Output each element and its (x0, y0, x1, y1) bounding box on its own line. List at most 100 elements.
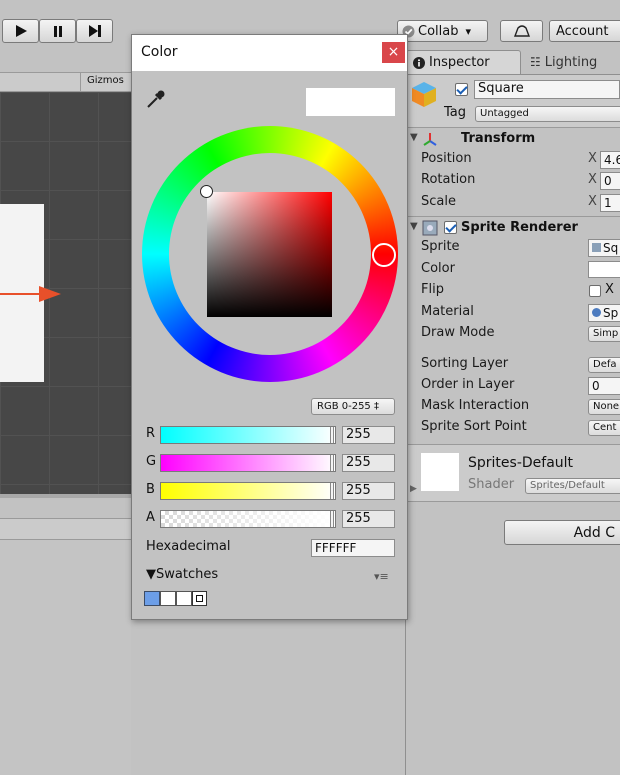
sprite-renderer-enabled-checkbox[interactable] (444, 221, 457, 234)
mask-interaction-value: None (593, 401, 620, 412)
green-value-field[interactable]: 255 (342, 454, 395, 472)
sprite-value: Sq (603, 241, 619, 255)
scale-label: Scale (421, 194, 456, 209)
swatches-label[interactable]: ▼Swatches (146, 567, 218, 582)
red-value-field[interactable]: 255 (342, 426, 395, 444)
collab-dropdown-arrow: ▾ (465, 24, 472, 38)
gizmos-label: Gizmos (87, 75, 124, 86)
rotation-label: Rotation (421, 172, 476, 187)
order-in-layer-label: Order in Layer (421, 377, 515, 392)
tag-value: Untagged (480, 108, 529, 119)
tab-inspector[interactable]: Inspector (406, 50, 521, 74)
sv-selector[interactable] (200, 185, 213, 198)
shader-dropdown[interactable]: Sprites/Default (525, 478, 620, 494)
material-icon (592, 308, 601, 317)
sprite-sort-point-dropdown[interactable]: Cent (588, 420, 620, 436)
draw-mode-dropdown[interactable]: Simp (588, 326, 620, 342)
swatch-blue[interactable] (144, 591, 160, 606)
collab-label: Collab (418, 23, 459, 39)
flip-label: Flip (421, 282, 444, 297)
collab-button[interactable]: Collab ▾ (397, 20, 488, 42)
material-foldout-icon[interactable]: ▶ (410, 484, 417, 494)
gizmos-dropdown[interactable]: Gizmos (80, 72, 131, 92)
order-in-layer-value: 0 (592, 379, 600, 393)
pause-button[interactable] (39, 19, 76, 43)
add-component-label: Add C (573, 524, 615, 541)
position-x-field[interactable]: 4.6 (600, 151, 620, 169)
cloud-button[interactable] (500, 20, 543, 42)
alpha-label: A (146, 510, 155, 525)
swatches-menu-icon[interactable]: ▾≡ (374, 570, 389, 583)
color-mode-value: RGB 0-255 ‡ (317, 401, 379, 412)
blue-value-field[interactable]: 255 (342, 482, 395, 500)
mask-interaction-label: Mask Interaction (421, 398, 530, 413)
add-swatch-button[interactable] (192, 591, 207, 606)
lighting-icon: ☷ (530, 55, 541, 69)
blue-value: 255 (346, 483, 371, 498)
sprite-field[interactable]: Sq (588, 239, 620, 257)
green-slider[interactable] (160, 454, 336, 472)
sprite-renderer-header[interactable]: ▼ Sprite Renderer (406, 219, 620, 238)
color-mode-dropdown[interactable]: RGB 0-255 ‡ (311, 398, 395, 415)
material-field[interactable]: Sp (588, 304, 620, 322)
eyedropper-icon[interactable] (145, 88, 167, 110)
blue-slider-knob[interactable] (330, 483, 334, 499)
saturation-value-square[interactable] (207, 192, 332, 317)
red-slider[interactable] (160, 426, 336, 444)
play-button[interactable] (2, 19, 39, 43)
scale-x-field[interactable]: 1 (600, 194, 620, 212)
blue-slider[interactable] (160, 482, 336, 500)
foldout-arrow-icon[interactable]: ▼ (410, 221, 418, 232)
tab-lighting[interactable]: ☷ Lighting (526, 50, 620, 74)
close-icon: × (387, 44, 400, 60)
swatch-white-1[interactable] (160, 591, 176, 606)
alpha-value: 255 (346, 511, 371, 526)
object-name-text: Square (478, 81, 524, 96)
sorting-layer-dropdown[interactable]: Defa (588, 357, 620, 373)
foldout-arrow-icon[interactable]: ▼ (410, 132, 418, 143)
sorting-layer-value: Defa (593, 359, 617, 370)
rotation-x-label: X (588, 172, 597, 187)
step-button[interactable] (76, 19, 113, 43)
tag-dropdown[interactable]: Untagged (475, 106, 620, 122)
position-x-label: X (588, 151, 597, 166)
color-field[interactable] (588, 261, 620, 278)
rotation-x-field[interactable]: 0 (600, 172, 620, 190)
x-axis-arrow-icon[interactable] (39, 286, 61, 302)
color-window-title: Color (141, 44, 178, 60)
mask-interaction-dropdown[interactable]: None (588, 399, 620, 415)
green-label: G (146, 454, 157, 469)
position-label: Position (421, 151, 472, 166)
bottom-panel-header (0, 518, 131, 540)
tab-inspector-label: Inspector (429, 55, 490, 70)
sprite-sort-point-value: Cent (593, 422, 617, 433)
alpha-slider[interactable] (160, 510, 336, 528)
position-x-value: 4.6 (604, 153, 620, 167)
green-slider-knob[interactable] (330, 455, 334, 471)
hex-field[interactable]: FFFFFF (311, 539, 395, 557)
account-button[interactable]: Account (549, 20, 620, 42)
transform-header[interactable]: ▼ Transform (406, 130, 620, 149)
red-value: 255 (346, 427, 371, 442)
hue-selector[interactable] (372, 243, 396, 267)
order-in-layer-field[interactable]: 0 (588, 377, 620, 395)
add-component-button[interactable]: Add C (504, 520, 620, 545)
transform-icon (423, 133, 437, 146)
red-label: R (146, 426, 156, 441)
swatch-white-2[interactable] (176, 591, 192, 606)
object-name-field[interactable]: Square (474, 80, 620, 99)
flip-x-checkbox[interactable] (589, 285, 601, 297)
active-checkbox[interactable] (455, 83, 468, 96)
section-divider (406, 216, 620, 217)
material-name: Sprites-Default (468, 455, 574, 471)
color-label: Color (421, 261, 455, 276)
hex-label: Hexadecimal (146, 539, 231, 554)
red-slider-knob[interactable] (330, 427, 334, 443)
alpha-value-field[interactable]: 255 (342, 510, 395, 528)
alpha-slider-knob[interactable] (330, 511, 334, 527)
color-window-titlebar[interactable]: Color (132, 35, 407, 71)
info-icon (413, 56, 425, 69)
material-value: Sp (603, 306, 619, 320)
close-button[interactable]: × (382, 42, 405, 63)
green-value: 255 (346, 455, 371, 470)
